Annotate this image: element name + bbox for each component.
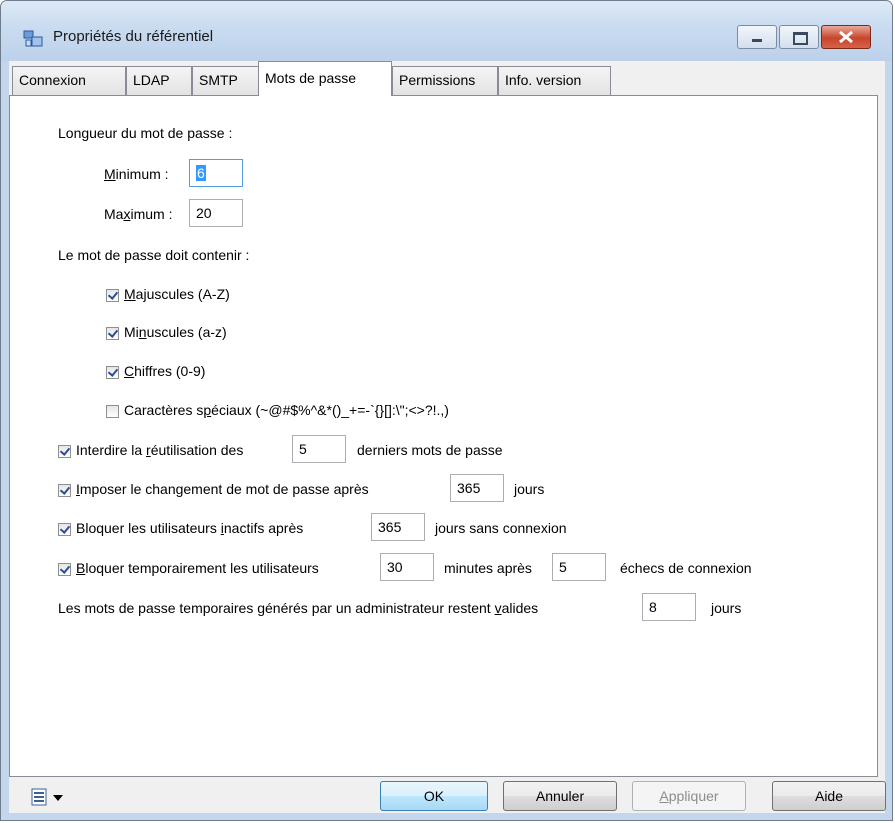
help-button[interactable]: Aide: [772, 781, 886, 811]
reuse-count-input[interactable]: 5: [292, 435, 346, 463]
temp-block-suffix: échecs de connexion: [620, 560, 752, 576]
title-bar: Propriétés du référentiel: [1, 1, 892, 61]
temp-block-failures-input[interactable]: 5: [552, 553, 606, 581]
reuse-label[interactable]: Interdire la réutilisation des: [76, 442, 243, 458]
temp-block-checkbox[interactable]: [58, 563, 71, 576]
chevron-down-icon[interactable]: [53, 795, 63, 801]
tab-info-version[interactable]: Info. version: [498, 66, 611, 95]
window-title: Propriétés du référentiel: [53, 28, 214, 45]
tab-strip: Connexion LDAP SMTP Mots de passe Permis…: [9, 61, 885, 96]
inactive-suffix: jours sans connexion: [435, 520, 567, 536]
maximize-button[interactable]: [779, 25, 819, 49]
change-label[interactable]: Imposer le changement de mot de passe ap…: [76, 481, 369, 497]
temp-pwd-suffix: jours: [711, 600, 742, 616]
inactive-days-input[interactable]: 365: [371, 513, 425, 541]
minimum-label: Minimum :: [104, 166, 169, 182]
change-days-input[interactable]: 365: [450, 474, 504, 502]
lowercase-label[interactable]: Minuscules (a-z): [124, 324, 227, 340]
special-chars-label[interactable]: Caractères spéciaux (~@#$%^&*()_+=-`{}[]…: [124, 402, 449, 418]
close-icon: [839, 31, 853, 43]
tab-smtp[interactable]: SMTP: [192, 66, 260, 95]
digits-checkbox[interactable]: [106, 366, 119, 379]
close-button[interactable]: [821, 25, 871, 49]
inactive-checkbox[interactable]: [58, 523, 71, 536]
temp-block-label[interactable]: Bloquer temporairement les utilisateurs: [76, 560, 319, 576]
uppercase-checkbox[interactable]: [106, 289, 119, 302]
password-panel: Longueur du mot de passe : Minimum : 6 M…: [9, 95, 878, 777]
tab-permissions[interactable]: Permissions: [392, 66, 498, 95]
reuse-suffix: derniers mots de passe: [357, 442, 503, 458]
temp-block-minutes-input[interactable]: 30: [380, 553, 434, 581]
minimum-input[interactable]: 6: [189, 159, 243, 187]
change-suffix: jours: [514, 481, 545, 497]
temp-pwd-days-input[interactable]: 8: [642, 593, 696, 621]
temp-pwd-label: Les mots de passe temporaires générés pa…: [58, 600, 539, 616]
ok-button[interactable]: OK: [380, 781, 488, 811]
maximum-input[interactable]: 20: [189, 199, 243, 227]
inactive-label[interactable]: Bloquer les utilisateurs inactifs après: [76, 520, 303, 536]
change-checkbox[interactable]: [58, 484, 71, 497]
minimize-button[interactable]: [737, 25, 777, 49]
digits-label[interactable]: Chiffres (0-9): [124, 363, 205, 379]
cancel-button[interactable]: Annuler: [503, 781, 617, 811]
special-chars-checkbox[interactable]: [106, 405, 119, 418]
tab-mots-de-passe[interactable]: Mots de passe: [258, 61, 392, 96]
length-heading: Longueur du mot de passe :: [58, 125, 233, 141]
dialog-client: Connexion LDAP SMTP Mots de passe Permis…: [9, 61, 886, 813]
uppercase-label[interactable]: Majuscules (A-Z): [124, 286, 230, 302]
tab-ldap[interactable]: LDAP: [126, 66, 192, 95]
reuse-checkbox[interactable]: [58, 445, 71, 458]
tab-connexion[interactable]: Connexion: [12, 66, 126, 95]
contain-heading: Le mot de passe doit contenir :: [58, 247, 250, 263]
document-menu-icon[interactable]: [31, 788, 47, 806]
lowercase-checkbox[interactable]: [106, 327, 119, 340]
temp-block-middle: minutes après: [444, 560, 532, 576]
maximum-label: Maximum :: [104, 206, 173, 222]
repository-icon: [23, 30, 43, 47]
apply-button[interactable]: Appliquer: [632, 781, 746, 811]
properties-dialog: Propriétés du référentiel Connexion LDAP…: [0, 0, 893, 821]
